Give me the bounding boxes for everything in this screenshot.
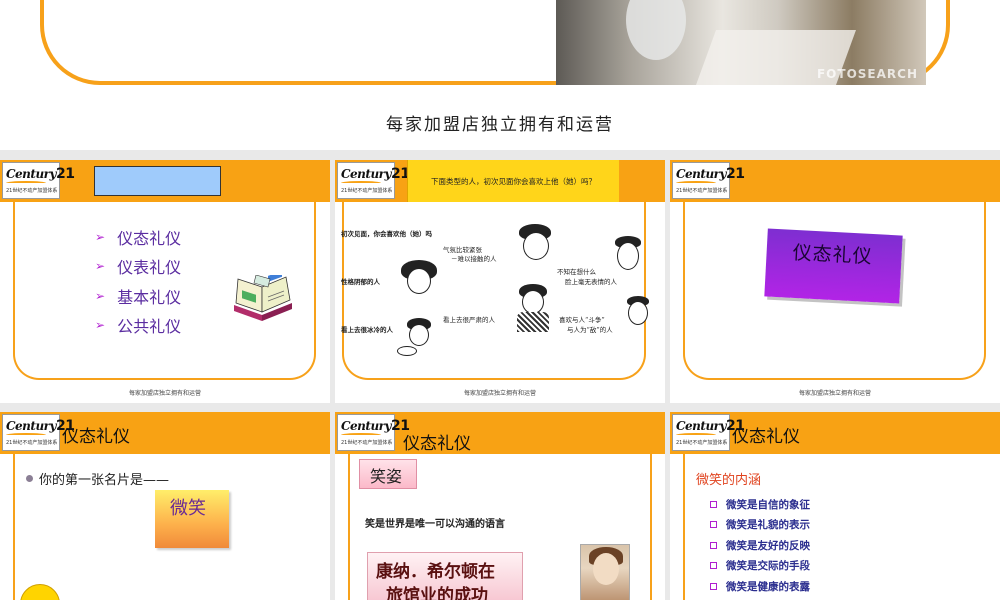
question-banner: 下面类型的人，初次见面你会喜欢上他（她）吗？ (407, 160, 619, 202)
bullet-dot-icon (26, 475, 33, 482)
cartoon-face-icon (397, 318, 441, 360)
arrow-bullet-icon: ➢ (95, 318, 106, 333)
slide-footer-text: 每家加盟店独立拥有和运营 (128, 390, 201, 397)
century21-logo: Century21 21世纪不动产加盟体系 (672, 414, 745, 451)
slide-title: 仪态礼仪 (62, 427, 130, 447)
slide-gap (0, 403, 1000, 412)
century21-logo: Century21 21世纪不动产加盟体系 (2, 414, 75, 451)
unknown-label-1: 不知在想什么 (557, 268, 596, 276)
slide-thumbnail-1[interactable]: Century21 21世纪不动产加盟体系 ➢ 仪态礼仪 ➢ 仪表礼仪 ➢ 基本礼仪 … (0, 160, 330, 403)
cartoon-face-icon (515, 284, 551, 334)
slide-gap (0, 150, 1000, 160)
serious-label: 看上去很严肃的人 (443, 316, 495, 324)
slide-thumbnail-4[interactable]: Century21 21世纪不动产加盟体系 仪态礼仪 你的第一张名片是—— 微笑 (0, 412, 330, 600)
arrow-bullet-icon: ➢ (95, 288, 106, 303)
slide-footer-text: 每家加盟店独立拥有和运营 (386, 115, 614, 135)
list-item: 微笑是自信的象征 (710, 494, 810, 515)
topic-list: ➢ 仪态礼仪 ➢ 仪表礼仪 ➢ 基本礼仪 ➢ 公共礼仪 (95, 222, 181, 340)
square-bullet-icon (710, 562, 717, 570)
meeting-photo: FOTOSEARCH (556, 0, 926, 85)
open-book-icon (234, 275, 292, 321)
slide-sorter-view: FOTOSEARCH 每家加盟店独立拥有和运营 Century21 21世纪不动… (0, 0, 1000, 600)
slide-thumbnail-2[interactable]: Century21 21世纪不动产加盟体系 下面类型的人，初次见面你会喜欢上他（… (335, 160, 665, 403)
hilton-callout: 康纳．希尔顿在 旅馆业的成功 (367, 552, 523, 600)
list-item: ➢ 仪表礼仪 (95, 258, 182, 278)
smile-card-text: 微笑 (170, 498, 206, 519)
square-bullet-icon (710, 500, 717, 508)
slide-title: 仪态礼仪 (403, 434, 471, 454)
section-tag: 笑姿 (359, 459, 417, 489)
square-bullet-icon (710, 521, 717, 529)
slide-top-partial[interactable]: FOTOSEARCH 每家加盟店独立拥有和运营 (0, 0, 1000, 150)
intro-label: 初次见面，你会喜欢他（她）吗 (341, 230, 432, 238)
smile-meaning-list: 微笑是自信的象征 微笑是礼貌的表示 微笑是友好的反映 微笑是交际的手段 微笑是健… (710, 494, 810, 597)
cold-label: 看上去很冰冷的人 (341, 326, 393, 334)
fight-label-1: 喜欢与人“斗争” (559, 316, 605, 324)
title-placeholder-box (94, 166, 221, 196)
century21-logo: Century21 21世纪不动产加盟体系 (2, 162, 75, 199)
century21-logo: Century21 21世纪不动产加盟体系 (337, 162, 410, 199)
arrow-bullet-icon: ➢ (95, 259, 106, 274)
slide-thumbnail-5[interactable]: Century21 21世纪不动产加盟体系 仪态礼仪 笑姿 笑是世界是唯一可以沟… (335, 412, 665, 600)
hard-label: －难以接触的人 (451, 255, 497, 263)
list-item: ➢ 公共礼仪 (95, 317, 182, 337)
gloomy-label: 性格阴郁的人 (341, 278, 380, 286)
square-bullet-icon (710, 541, 717, 549)
photo-highlight (626, 0, 686, 60)
slide-thumbnail-3[interactable]: Century21 21世纪不动产加盟体系 仪态礼仪 每家加盟店独立拥有和运营 (670, 160, 1000, 403)
first-card-line: 你的第一张名片是—— (26, 469, 169, 488)
list-item: 微笑是健康的表露 (710, 576, 810, 597)
cartoon-face-icon (613, 236, 643, 274)
slide-subtitle: 微笑的内涵 (696, 473, 762, 488)
cartoon-face-icon (517, 224, 553, 262)
title-card-text: 仪态礼仪 (792, 241, 874, 269)
list-item: ➢ 仪态礼仪 (95, 228, 182, 248)
title-card: 仪态礼仪 (764, 228, 903, 304)
arrow-bullet-icon: ➢ (95, 229, 106, 244)
slide-footer-text: 每家加盟店独立拥有和运营 (798, 390, 871, 397)
fight-label-2: 与人为“敌”的人 (567, 326, 613, 334)
smiling-woman-photo (580, 544, 630, 600)
slide-footer-text: 每家加盟店独立拥有和运营 (463, 390, 536, 397)
cartoon-face-icon (401, 260, 437, 296)
photo-watermark: FOTOSEARCH (816, 67, 918, 81)
cartoon-face-icon (625, 296, 651, 332)
list-item: 微笑是友好的反映 (710, 535, 810, 556)
square-bullet-icon (710, 582, 717, 590)
slide-title: 仪态礼仪 (732, 427, 800, 447)
list-item: ➢ 基本礼仪 (95, 287, 182, 307)
century21-logo: Century21 21世纪不动产加盟体系 (337, 414, 410, 451)
unknown-label-2: 脸上毫无表情的人 (565, 278, 617, 286)
body-text: 笑是世界是唯一可以沟通的语言 (365, 519, 505, 530)
slide-thumbnail-6[interactable]: Century21 21世纪不动产加盟体系 仪态礼仪 微笑的内涵 微笑是自信的象… (670, 412, 1000, 600)
century21-logo: Century21 21世纪不动产加盟体系 (672, 162, 745, 199)
list-item: 微笑是交际的手段 (710, 556, 810, 577)
list-item: 微笑是礼貌的表示 (710, 515, 810, 536)
smile-card: 微笑 (155, 490, 229, 548)
